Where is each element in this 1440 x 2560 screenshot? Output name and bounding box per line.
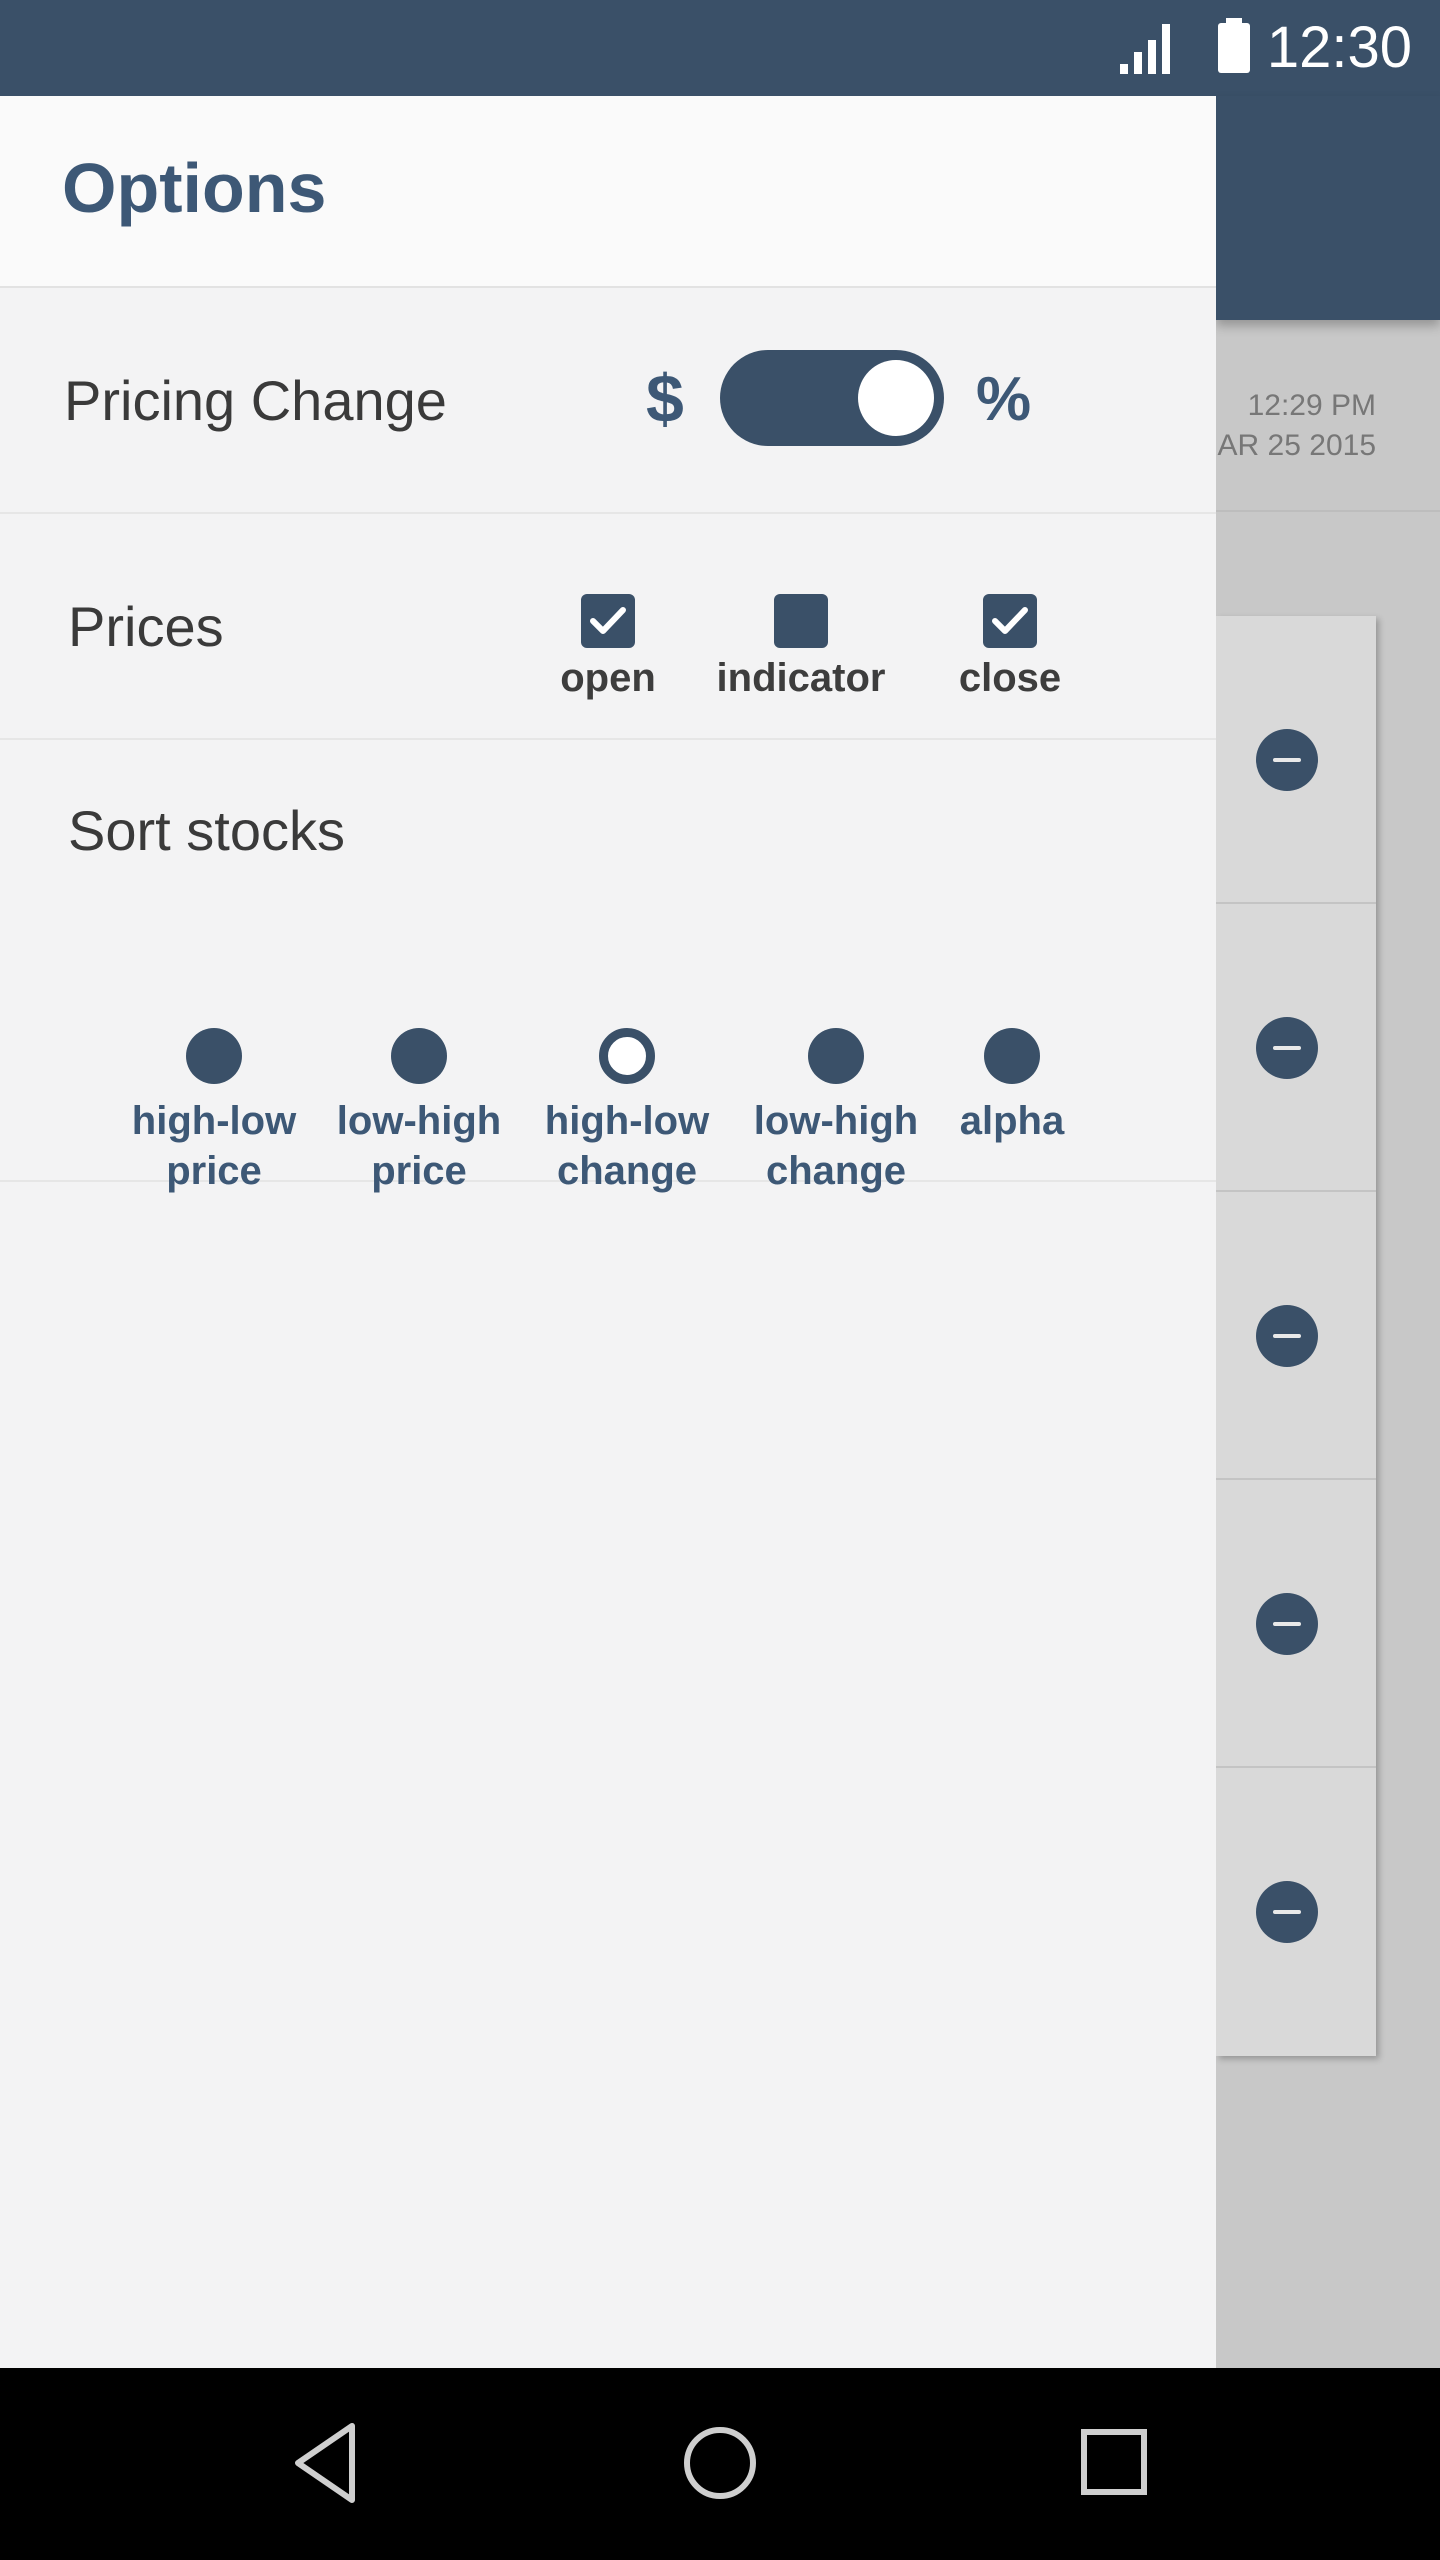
status-time: 12:30 bbox=[1266, 15, 1412, 80]
background-timestamp: 12:29 PM AR 25 2015 bbox=[1216, 386, 1376, 466]
price-option-open[interactable]: open bbox=[508, 594, 708, 701]
timestamp-date: AR 25 2015 bbox=[1217, 429, 1376, 462]
radio-button[interactable] bbox=[186, 1028, 242, 1084]
background-toolbar bbox=[1216, 96, 1440, 320]
price-option-indicator[interactable]: indicator bbox=[701, 594, 901, 701]
radio-button-selected[interactable] bbox=[599, 1028, 655, 1084]
sort-option-alpha[interactable]: alpha bbox=[907, 1028, 1117, 1146]
sort-option-label: alpha bbox=[959, 1099, 1065, 1143]
back-icon[interactable] bbox=[290, 2418, 360, 2508]
home-icon[interactable] bbox=[678, 2418, 762, 2508]
divider bbox=[1216, 510, 1440, 512]
price-option-label: indicator bbox=[716, 656, 886, 700]
price-option-label: open bbox=[560, 656, 656, 700]
sort-option-label: high-low bbox=[544, 1099, 710, 1143]
sort-option-label: low-high bbox=[336, 1099, 502, 1143]
price-option-close[interactable]: close bbox=[910, 594, 1110, 701]
sort-stocks-section: Sort stocks high-low price low-high pric… bbox=[0, 740, 1216, 1193]
drawer-header: Options bbox=[0, 96, 1216, 288]
sort-option-label: high-low bbox=[131, 1099, 297, 1143]
list-item bbox=[1216, 1192, 1376, 1480]
sort-option-label: change bbox=[556, 1149, 698, 1193]
sort-option-low-high-price[interactable]: low-high price bbox=[314, 1028, 524, 1196]
signal-icon bbox=[1120, 24, 1170, 74]
radio-button[interactable] bbox=[984, 1028, 1040, 1084]
status-bar: 12:30 bbox=[0, 0, 1440, 96]
sort-option-high-low-price[interactable]: high-low price bbox=[109, 1028, 319, 1196]
sort-option-label: price bbox=[371, 1149, 467, 1193]
battery-icon bbox=[1218, 18, 1250, 73]
timestamp-time: 12:29 PM bbox=[1247, 389, 1376, 422]
remove-icon[interactable] bbox=[1256, 1593, 1318, 1655]
sort-option-label: change bbox=[765, 1149, 907, 1193]
percent-label: % bbox=[976, 365, 1032, 434]
navigation-bar bbox=[0, 2368, 1440, 2560]
list-item bbox=[1216, 1480, 1376, 1768]
radio-button[interactable] bbox=[391, 1028, 447, 1084]
pricing-change-section: Pricing Change $ % bbox=[0, 288, 1216, 514]
checkbox-checked[interactable] bbox=[983, 594, 1037, 648]
pricing-change-toggle[interactable] bbox=[720, 350, 944, 446]
sort-option-high-low-change[interactable]: high-low change bbox=[522, 1028, 732, 1196]
sort-option-label: price bbox=[166, 1149, 262, 1193]
options-drawer: Options Pricing Change $ % Prices open i… bbox=[0, 96, 1216, 2368]
checkbox-unchecked[interactable] bbox=[774, 594, 828, 648]
prices-section: Prices open indicator close bbox=[0, 514, 1216, 740]
remove-icon[interactable] bbox=[1256, 1305, 1318, 1367]
background-app: 12:29 PM AR 25 2015 bbox=[1216, 96, 1440, 2368]
drawer-title: Options bbox=[62, 149, 327, 227]
stock-list bbox=[1216, 616, 1376, 2056]
list-item bbox=[1216, 904, 1376, 1192]
dollar-label: $ bbox=[646, 361, 684, 437]
toggle-knob bbox=[858, 360, 934, 436]
pricing-change-label: Pricing Change bbox=[64, 369, 447, 432]
prices-label: Prices bbox=[68, 595, 224, 658]
remove-icon[interactable] bbox=[1256, 1017, 1318, 1079]
checkbox-checked[interactable] bbox=[581, 594, 635, 648]
list-item bbox=[1216, 1768, 1376, 2056]
price-option-label: close bbox=[958, 656, 1062, 700]
recents-icon[interactable] bbox=[1078, 2418, 1150, 2508]
remove-icon[interactable] bbox=[1256, 1881, 1318, 1943]
list-item bbox=[1216, 616, 1376, 904]
sort-stocks-label: Sort stocks bbox=[68, 799, 345, 862]
remove-icon[interactable] bbox=[1256, 729, 1318, 791]
radio-button[interactable] bbox=[808, 1028, 864, 1084]
